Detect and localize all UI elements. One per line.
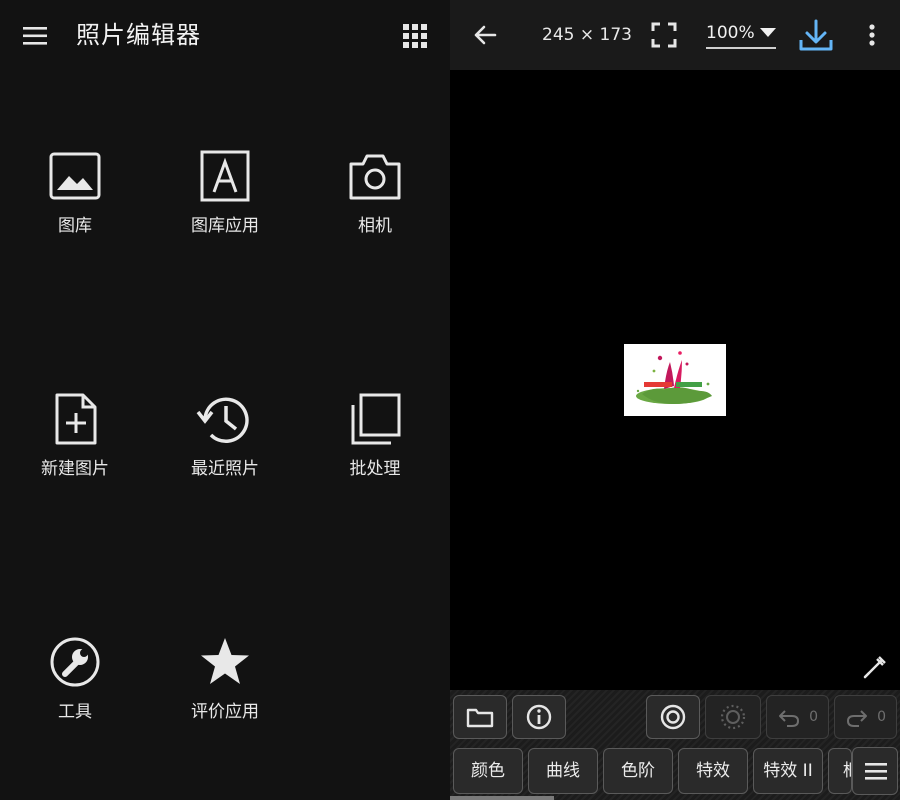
undo-count: 0 xyxy=(809,709,818,725)
home-app-bar: 照片编辑器 xyxy=(0,0,450,70)
tile-rate-app[interactable]: 评价应用 xyxy=(150,634,300,744)
folder-icon xyxy=(466,708,494,728)
download-icon xyxy=(799,19,833,51)
tile-recent-photos[interactable]: 最近照片 xyxy=(150,391,300,501)
menu-button[interactable] xyxy=(18,21,52,51)
letter-a-icon xyxy=(200,150,250,202)
redo-icon xyxy=(847,710,867,727)
dotted-circle-icon xyxy=(720,704,746,730)
zoom-value: 100% xyxy=(706,23,755,43)
grid-icon xyxy=(403,24,427,48)
camera-icon xyxy=(349,154,401,200)
tabs-menu-button[interactable] xyxy=(852,747,898,795)
undo-icon xyxy=(779,710,799,727)
tile-gallery[interactable]: 图库 xyxy=(0,148,150,258)
fullscreen-icon xyxy=(651,22,677,48)
home-panel: 照片编辑器 图库 图库应用 相机 新建图片 最近照片 批处理 工具 评价应用 xyxy=(0,0,450,800)
star-icon xyxy=(201,638,249,684)
tile-label: 新建图片 xyxy=(41,459,109,479)
adjust-button[interactable] xyxy=(646,695,700,739)
apps-grid-button[interactable] xyxy=(398,20,432,52)
redo-count: 0 xyxy=(877,709,886,725)
tab-color[interactable]: 颜色 xyxy=(453,748,523,794)
open-file-button[interactable] xyxy=(453,695,507,739)
tile-label: 图库应用 xyxy=(191,216,259,236)
wrench-icon xyxy=(50,637,100,687)
tab-curves[interactable]: 曲线 xyxy=(528,748,598,794)
batch-icon xyxy=(351,393,401,445)
more-vert-icon xyxy=(869,24,875,46)
tile-gallery-app[interactable]: 图库应用 xyxy=(150,148,300,258)
app-title: 照片编辑器 xyxy=(76,21,201,49)
tile-camera[interactable]: 相机 xyxy=(300,148,450,258)
history-icon xyxy=(196,397,249,443)
history-compare-button[interactable] xyxy=(705,695,761,739)
info-icon xyxy=(526,704,552,730)
color-picker-button[interactable] xyxy=(860,652,890,682)
image-canvas[interactable] xyxy=(450,70,900,690)
caret-down-icon xyxy=(760,28,776,37)
editor-toolbar: 0 0 颜色 曲线 色阶 特效 特效 II 框 xyxy=(450,690,900,800)
edited-photo xyxy=(624,344,726,416)
photo-thumbnail-art xyxy=(624,344,726,416)
undo-button[interactable]: 0 xyxy=(766,695,829,739)
hamburger-icon xyxy=(23,27,47,45)
image-info-button[interactable] xyxy=(512,695,566,739)
arrow-left-icon xyxy=(474,25,497,45)
tile-new-image[interactable]: 新建图片 xyxy=(0,391,150,501)
image-icon xyxy=(49,152,101,200)
save-button[interactable] xyxy=(796,16,836,54)
editor-panel: 245 × 173 100% 0 0 颜色 曲线 色阶 特效 特效 II xyxy=(450,0,900,800)
redo-button[interactable]: 0 xyxy=(834,695,897,739)
tab-frame[interactable]: 框 xyxy=(828,748,852,794)
tile-label: 相机 xyxy=(358,216,392,236)
tile-label: 批处理 xyxy=(349,459,401,479)
tile-batch[interactable]: 批处理 xyxy=(300,391,450,501)
eyedropper-icon xyxy=(863,656,886,679)
zoom-dropdown[interactable]: 100% xyxy=(706,21,776,49)
editor-app-bar: 245 × 173 100% xyxy=(450,0,900,70)
back-button[interactable] xyxy=(468,18,502,52)
tile-label: 工具 xyxy=(58,702,92,722)
more-options-button[interactable] xyxy=(860,20,884,52)
tab-levels[interactable]: 色阶 xyxy=(603,748,673,794)
image-dimensions: 245 × 173 xyxy=(542,25,632,45)
tile-label: 图库 xyxy=(58,216,92,236)
tab-effects[interactable]: 特效 xyxy=(678,748,748,794)
tab-effects-2[interactable]: 特效 II xyxy=(753,748,823,794)
tile-label: 评价应用 xyxy=(191,702,259,722)
hamburger-icon xyxy=(865,763,887,780)
tile-tools[interactable]: 工具 xyxy=(0,634,150,744)
tabs-scrollbar[interactable] xyxy=(450,796,554,800)
new-file-icon xyxy=(55,393,97,445)
fit-screen-button[interactable] xyxy=(648,19,680,51)
target-icon xyxy=(660,704,686,730)
tile-label: 最近照片 xyxy=(191,459,259,479)
